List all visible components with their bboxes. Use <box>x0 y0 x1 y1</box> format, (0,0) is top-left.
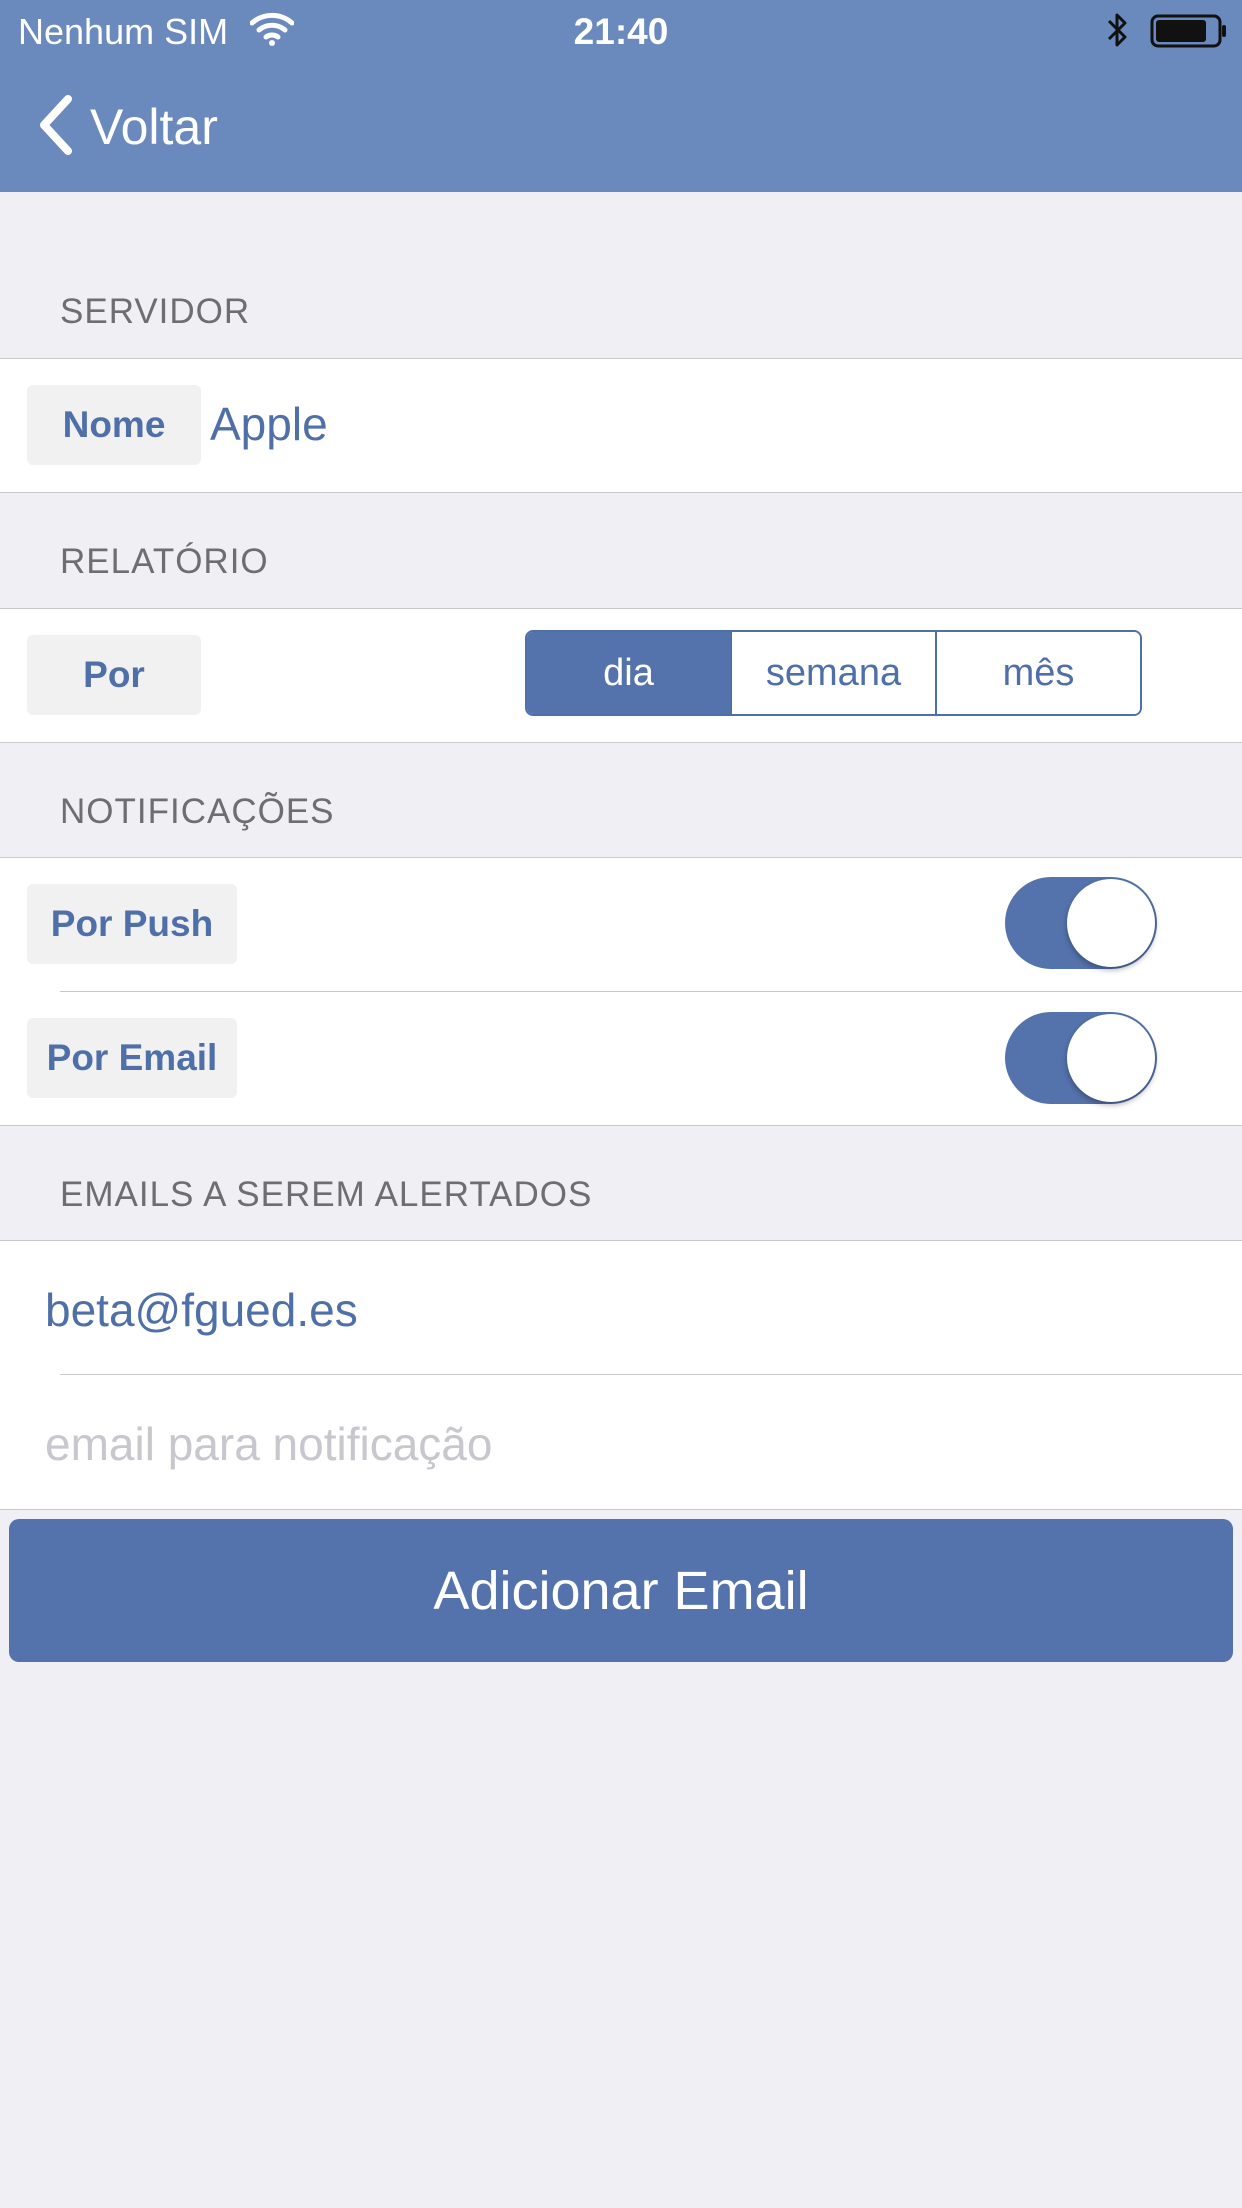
clock: 21:40 <box>573 11 669 52</box>
emails-group: beta@fgued.es <box>0 1240 1242 1510</box>
section-header-relatorio: RELATÓRIO <box>60 542 269 581</box>
section-header-notificacoes: NOTIFICAÇÕES <box>60 792 335 831</box>
add-email-button[interactable]: Adicionar Email <box>9 1519 1233 1662</box>
toggle-knob <box>1067 879 1155 967</box>
server-name-value[interactable]: Apple <box>210 397 328 451</box>
email-input[interactable] <box>45 1404 1195 1484</box>
period-segmented-control: dia semana mês <box>525 630 1142 716</box>
toggle-knob <box>1067 1014 1155 1102</box>
name-label: Nome <box>27 385 201 465</box>
email-list-item[interactable]: beta@fgued.es <box>45 1283 358 1337</box>
back-label: Voltar <box>90 99 218 155</box>
por-label: Por <box>27 635 201 715</box>
email-notification-label: Por Email <box>27 1018 237 1098</box>
segment-dia[interactable]: dia <box>527 632 730 714</box>
battery-icon <box>1150 14 1228 57</box>
server-name-row: Nome Apple <box>0 358 1242 493</box>
push-toggle[interactable] <box>1005 877 1157 969</box>
segment-mes[interactable]: mês <box>935 632 1140 714</box>
navigation-bar: Nenhum SIM 21:40 Voltar <box>0 0 1242 192</box>
segment-semana[interactable]: semana <box>730 632 935 714</box>
bluetooth-icon <box>1105 12 1131 57</box>
chevron-left-icon <box>36 93 76 162</box>
status-bar: Nenhum SIM 21:40 <box>0 0 1242 62</box>
section-header-emails: EMAILS A SEREM ALERTADOS <box>60 1175 593 1214</box>
email-toggle[interactable] <box>1005 1012 1157 1104</box>
section-header-servidor: SERVIDOR <box>60 292 251 331</box>
row-separator <box>60 1374 1242 1375</box>
push-label: Por Push <box>27 884 237 964</box>
back-button[interactable]: Voltar <box>36 92 218 162</box>
row-separator <box>60 991 1242 992</box>
